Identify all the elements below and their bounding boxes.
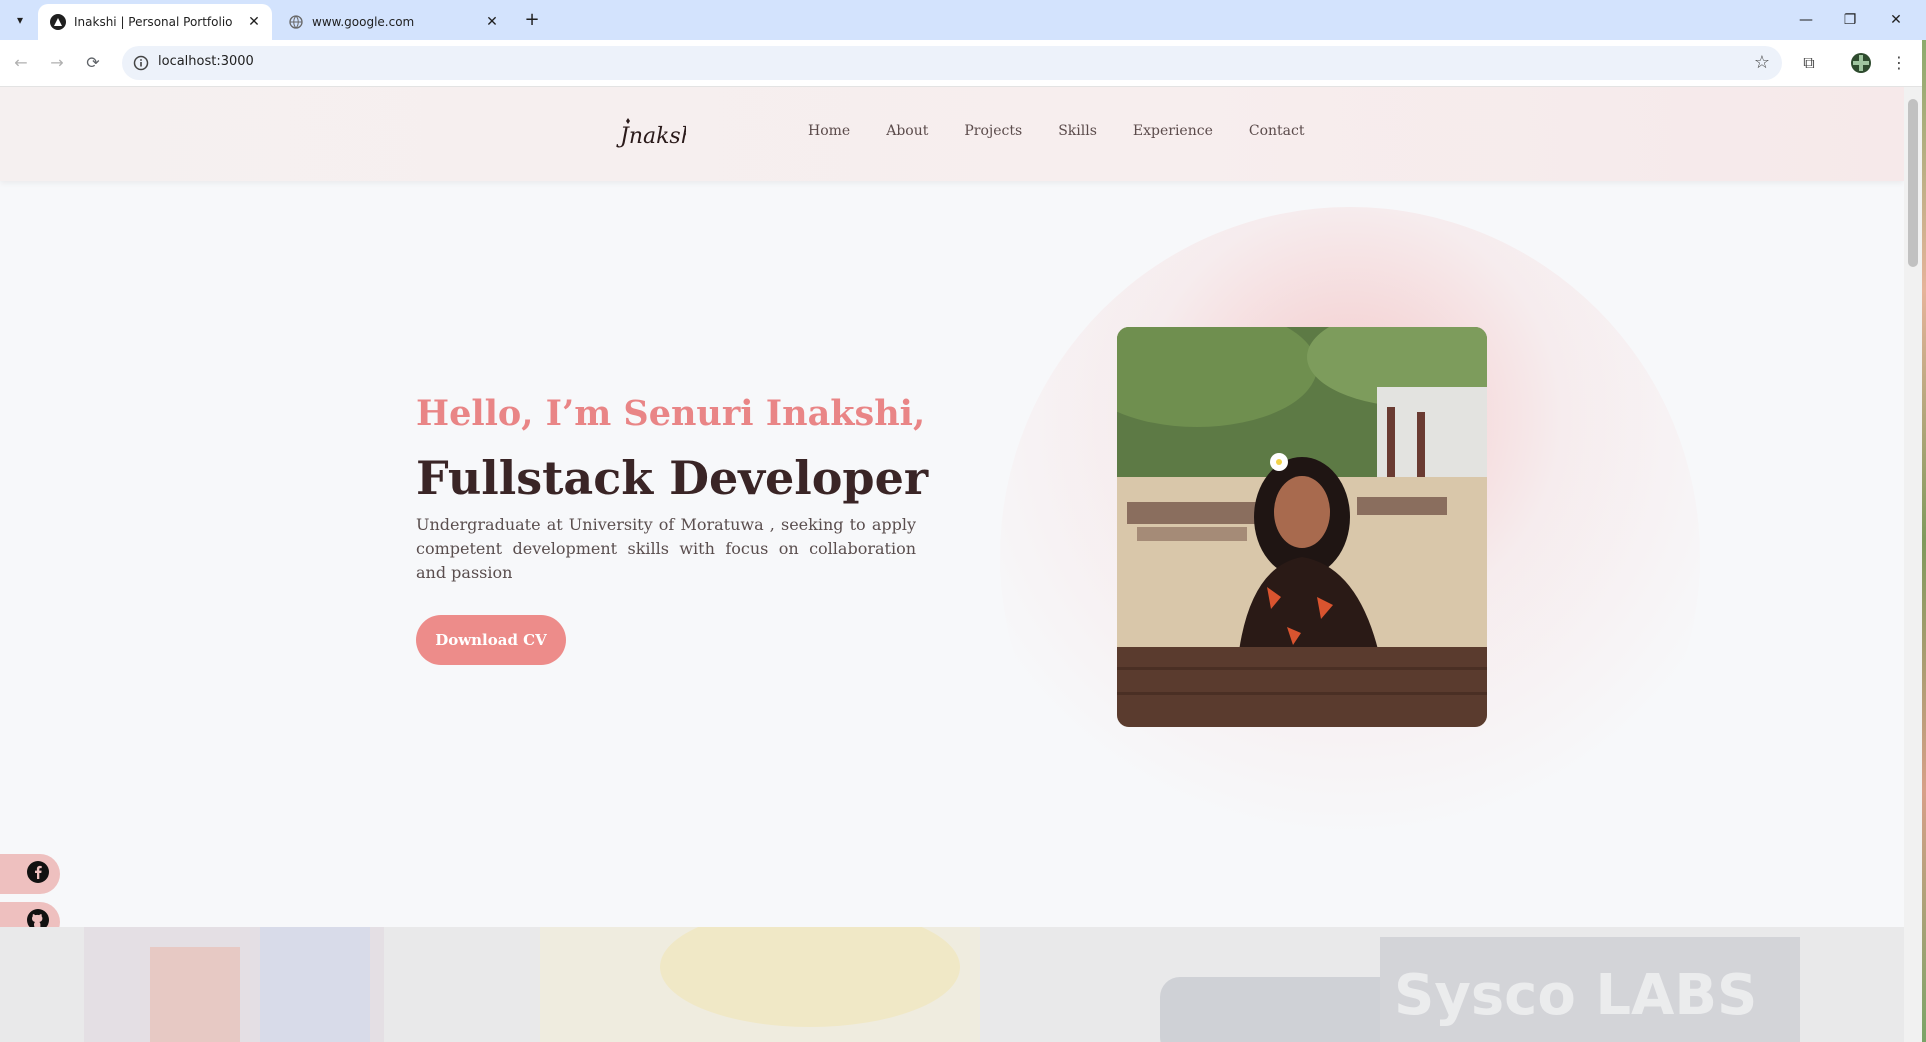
tab-search-button[interactable]: ▾: [6, 8, 34, 32]
facebook-icon: [26, 860, 50, 888]
nav-about[interactable]: About: [886, 123, 928, 139]
download-cv-button[interactable]: Download CV: [416, 615, 566, 665]
nav-experience[interactable]: Experience: [1133, 123, 1213, 139]
close-tab-icon[interactable]: ✕: [244, 14, 264, 30]
url-text: localhost:3000: [158, 54, 254, 69]
logo-text: Jnakshi: [616, 124, 686, 149]
browser-toolbar: ← → ⟳ localhost:3000 ☆ ⧉ ⋮: [0, 40, 1926, 87]
hero-greeting: Hello, I’m Senuri Inakshi,: [416, 393, 926, 434]
nav-projects[interactable]: Projects: [964, 123, 1022, 139]
tab-google[interactable]: www.google.com ✕: [276, 4, 510, 40]
nav-skills[interactable]: Skills: [1058, 123, 1097, 139]
hero-title: Fullstack Developer: [416, 451, 929, 505]
scrollbar-thumb[interactable]: [1908, 99, 1918, 267]
browser-tab-bar: ▾ Inakshi | Personal Portfolio ✕ www.goo…: [0, 0, 1926, 40]
site-header: Jnakshi Home About Projects Skills Exper…: [0, 87, 1904, 181]
tab-title: Inakshi | Personal Portfolio: [74, 15, 233, 29]
forward-button[interactable]: →: [44, 50, 70, 76]
profile-photo: [1117, 327, 1487, 727]
main-nav: Home About Projects Skills Experience Co…: [808, 123, 1304, 139]
profile-avatar[interactable]: [1848, 50, 1874, 76]
hero-description: Undergraduate at University of Moratuwa …: [416, 515, 916, 582]
close-tab-icon[interactable]: ✕: [482, 14, 502, 30]
reload-button[interactable]: ⟳: [80, 50, 106, 76]
extensions-icon[interactable]: ⧉: [1796, 50, 1822, 76]
sysco-labs-watermark: Sysco LABS: [1394, 963, 1758, 1028]
facebook-link[interactable]: [0, 854, 60, 894]
experience-banner: Sysco LABS: [0, 927, 1904, 1042]
tab-title: www.google.com: [312, 15, 415, 29]
bookmark-star-icon[interactable]: ☆: [1754, 52, 1770, 73]
minimize-button[interactable]: —: [1786, 8, 1826, 32]
close-window-button[interactable]: ✕: [1876, 8, 1916, 32]
back-button[interactable]: ←: [8, 50, 34, 76]
desktop-edge: [1922, 40, 1926, 1042]
nav-home[interactable]: Home: [808, 123, 850, 139]
browser-menu-icon[interactable]: ⋮: [1886, 50, 1912, 76]
globe-icon: [288, 14, 304, 30]
new-tab-button[interactable]: +: [520, 8, 544, 32]
site-info-icon[interactable]: [132, 54, 150, 72]
address-bar[interactable]: localhost:3000 ☆: [122, 46, 1782, 80]
nav-contact[interactable]: Contact: [1249, 123, 1305, 139]
react-icon: [50, 14, 66, 30]
tab-portfolio[interactable]: Inakshi | Personal Portfolio ✕: [38, 4, 272, 40]
site-logo[interactable]: Jnakshi: [616, 109, 702, 159]
page-scrollbar[interactable]: [1904, 87, 1922, 1042]
restore-button[interactable]: ❐: [1830, 8, 1870, 32]
page-viewport: Jnakshi Home About Projects Skills Exper…: [0, 87, 1904, 1042]
